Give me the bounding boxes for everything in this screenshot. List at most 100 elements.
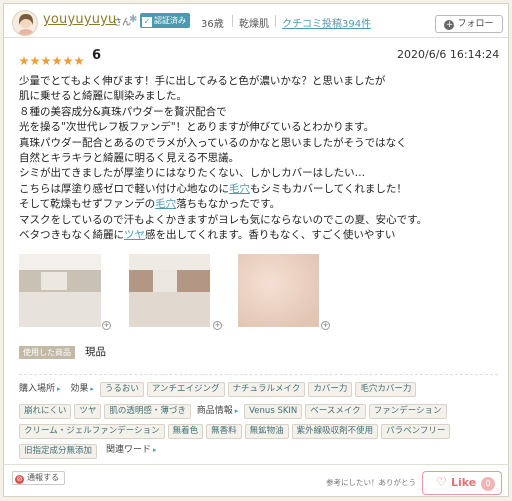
review-line: 光を操る"次世代レフ板ファンデ"！とありますが伸びているとわかります。 bbox=[19, 121, 375, 134]
helpful-text: 参考にしたい！ありがとう bbox=[326, 478, 416, 487]
kuchikomi-count-link[interactable]: クチコミ投稿394件 bbox=[282, 15, 371, 30]
label-text: 効果 bbox=[70, 384, 89, 394]
review-photo[interactable] bbox=[19, 254, 101, 327]
keyword-link[interactable]: ツヤ bbox=[124, 229, 145, 241]
like-button[interactable]: ♡ Like 0 bbox=[422, 471, 502, 495]
review-text: 感を出してくれます。香りもなく、すごく使いやすい bbox=[145, 228, 396, 241]
star-icon bbox=[74, 56, 84, 66]
skin-type: 乾燥肌 bbox=[239, 19, 269, 30]
rating-score: 6 bbox=[92, 48, 102, 63]
star-icon bbox=[30, 56, 40, 66]
avatar[interactable] bbox=[12, 10, 38, 36]
tag[interactable]: ファンデーション bbox=[368, 404, 447, 419]
tag[interactable]: 無着色 bbox=[167, 424, 204, 439]
tag[interactable]: 無鉱物油 bbox=[244, 424, 289, 439]
follow-label: フォロー bbox=[457, 19, 494, 29]
tag-row: クリーム・ジェルファンデーション 無着色 無香料 無鉱物油 紫外線吸収剤不使用 パラベンフ… bbox=[19, 424, 453, 440]
age: 36歳 bbox=[201, 19, 224, 30]
star-icon bbox=[52, 56, 62, 66]
photo-image bbox=[129, 254, 210, 327]
used-product-label: 使用した商品 bbox=[19, 346, 75, 359]
keyword-link[interactable]: 毛穴 bbox=[155, 198, 176, 210]
review-card: youyuyuyu さん ✱ ✓ 認証済み 36歳 乾燥肌 クチコミ投稿394件 … bbox=[3, 3, 509, 497]
review-text: こちらは厚塗り感ゼロで軽い付け心地なのに bbox=[19, 182, 229, 195]
tag[interactable]: 肌の透明感・薄づき bbox=[104, 404, 191, 419]
tag-row: 旧指定成分無添加 bbox=[19, 444, 100, 460]
zoom-icon[interactable]: + bbox=[102, 321, 111, 330]
purchase-place-label[interactable]: 購入場所 ▸ bbox=[19, 382, 61, 397]
review-line: マスクをしているので汗もよくかきますがヨレも気にならないのでこの夏、安心です。 bbox=[19, 213, 428, 226]
divider bbox=[275, 15, 276, 27]
follow-button[interactable]: + フォロー bbox=[435, 15, 503, 33]
review-line: ベタつきもなく綺麗にツヤ感を出してくれます。香りもなく、すごく使いやすい bbox=[19, 228, 499, 243]
review-body: 少量でとてもよく伸びます！手に出してみると色が濃いかな？と思いましたが 肌に乗せ… bbox=[19, 74, 499, 243]
tag[interactable]: 崩れにくい bbox=[19, 404, 72, 419]
report-label: 通報する bbox=[27, 473, 59, 482]
tag[interactable]: うるおい bbox=[99, 382, 144, 397]
username-link[interactable]: youyuyuyu bbox=[43, 12, 116, 27]
zoom-icon[interactable]: + bbox=[321, 321, 330, 330]
tag[interactable]: ベースメイク bbox=[305, 404, 366, 419]
verified-label: 認証済み bbox=[154, 16, 186, 25]
effect-label[interactable]: 効果 ▸ bbox=[70, 382, 94, 397]
label-text: 購入場所 bbox=[19, 384, 56, 394]
arrow-icon: ▸ bbox=[57, 385, 61, 393]
heart-icon: ♡ bbox=[436, 475, 447, 489]
review-line: こちらは厚塗り感ゼロで軽い付け心地なのに毛穴もシミもカバーしてくれました！ bbox=[19, 182, 499, 197]
label-text: 関連ワード bbox=[106, 445, 152, 455]
post-datetime: 2020/6/6 16:14:24 bbox=[397, 48, 500, 61]
review-line: 真珠パウダー配合とあるのでラメが入っているのかなと思いましたがそうではなく bbox=[19, 136, 407, 149]
tag[interactable]: アンチエイジング bbox=[146, 382, 225, 397]
report-button[interactable]: ⊘ 通報する bbox=[12, 471, 65, 485]
badge-star-icon: ✱ bbox=[129, 14, 138, 25]
star-rating bbox=[19, 51, 85, 70]
star-icon bbox=[63, 56, 73, 66]
tag[interactable]: パラベンフリー bbox=[381, 424, 451, 439]
review-header: youyuyuyu さん ✱ ✓ 認証済み 36歳 乾燥肌 クチコミ投稿394件 … bbox=[4, 4, 508, 38]
verified-badge: ✓ 認証済み bbox=[140, 13, 190, 28]
review-text: ベタつきもなく綺麗に bbox=[19, 228, 124, 241]
arrow-icon: ▸ bbox=[153, 446, 157, 454]
like-count: 0 bbox=[481, 477, 495, 491]
review-text: 落ちもなかったです。 bbox=[176, 198, 281, 211]
divider bbox=[19, 374, 498, 375]
avatar-image bbox=[18, 14, 34, 35]
photo-image bbox=[19, 254, 101, 327]
tag[interactable]: クリーム・ジェルファンデーション bbox=[19, 424, 165, 439]
check-icon: ✓ bbox=[142, 17, 152, 27]
keyword-link[interactable]: 毛穴 bbox=[229, 183, 250, 195]
review-line: シミが出てきましたが厚塗りにはなりたくない、しかしカバーはしたい… bbox=[19, 167, 366, 180]
tag[interactable]: Venus SKIN bbox=[244, 404, 303, 419]
used-product-value: 現品 bbox=[85, 346, 106, 358]
tag[interactable]: カバー力 bbox=[308, 382, 353, 397]
tag[interactable]: 紫外線吸収剤不使用 bbox=[291, 424, 379, 439]
tag[interactable]: ナチュラルメイク bbox=[227, 382, 306, 397]
tag[interactable]: ツヤ bbox=[74, 404, 102, 419]
review-text: もシミもカバーしてくれました！ bbox=[250, 182, 407, 195]
plus-icon: + bbox=[444, 20, 455, 30]
review-line: 自然とキラキラと綺麗に明るく見える不思議。 bbox=[19, 151, 240, 164]
tag-row: 購入場所 ▸ 効果 ▸ うるおい アンチエイジング ナチュラルメイク カバー力 毛穴カバー力 bbox=[19, 382, 419, 398]
related-words-label[interactable]: 関連ワード ▸ bbox=[106, 443, 157, 458]
divider bbox=[232, 15, 233, 27]
zoom-icon[interactable]: + bbox=[213, 321, 222, 330]
tag[interactable]: 旧指定成分無添加 bbox=[19, 444, 98, 459]
review-line: そして乾燥もせずファンデの毛穴落ちもなかったです。 bbox=[19, 197, 499, 212]
photo-image bbox=[238, 254, 319, 327]
review-photo[interactable] bbox=[238, 254, 319, 327]
star-icon bbox=[41, 56, 51, 66]
label-text: 商品情報 bbox=[196, 406, 233, 416]
tag[interactable]: 毛穴カバー力 bbox=[355, 382, 417, 397]
tag[interactable]: 無香料 bbox=[206, 424, 242, 439]
prohibit-icon: ⊘ bbox=[15, 475, 24, 484]
like-label: Like bbox=[451, 476, 477, 489]
tag-row: 崩れにくい ツヤ 肌の透明感・薄づき 商品情報 ▸ Venus SKIN ベースメイクフ… bbox=[19, 404, 450, 420]
review-line: 肌に乗せると綺麗に馴染みました。 bbox=[19, 90, 187, 103]
review-line: 少量でとてもよく伸びます！手に出してみると色が濃いかな？と思いましたが bbox=[19, 75, 386, 87]
review-photo[interactable] bbox=[129, 254, 210, 327]
review-line: ８種の美容成分&真珠パウダーを贅沢配合で bbox=[19, 105, 227, 118]
divider bbox=[4, 464, 508, 465]
review-text: そして乾燥もせずファンデの bbox=[19, 198, 156, 211]
star-icon bbox=[19, 56, 29, 66]
product-info-label[interactable]: 商品情報 ▸ bbox=[197, 404, 239, 419]
